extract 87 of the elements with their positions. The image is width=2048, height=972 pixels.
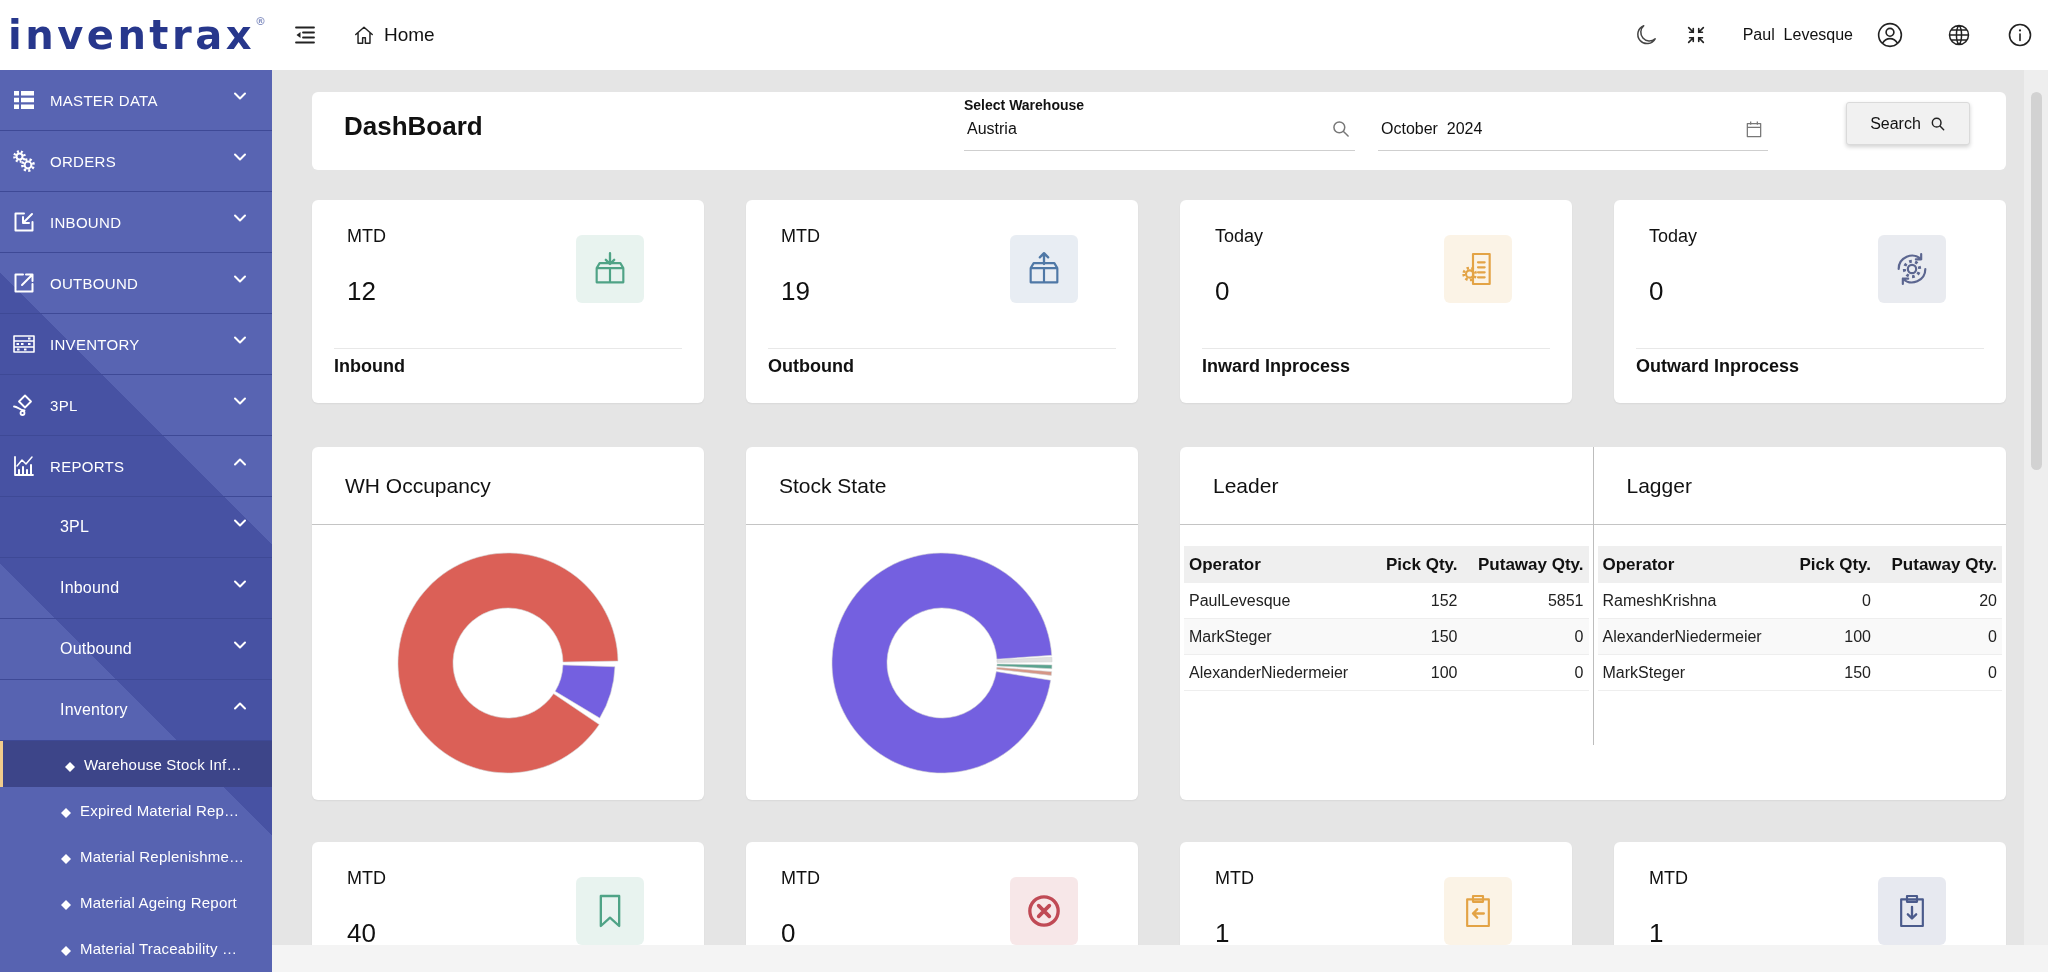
abacus-icon — [12, 332, 36, 356]
donut-slice[interactable] — [554, 664, 616, 718]
stat-value: 0 — [1215, 275, 1230, 307]
table-cell-text: RameshKrishna — [1601, 591, 1718, 610]
stat-period: MTD — [781, 225, 820, 247]
stat-period: MTD — [1649, 867, 1688, 889]
diamond-bullet-icon — [61, 899, 71, 910]
calendar-icon — [1744, 119, 1764, 139]
stat-period: Today — [1649, 225, 1698, 247]
table-cell-text: 5851 — [1546, 591, 1585, 610]
vertical-scrollbar[interactable] — [2024, 70, 2048, 945]
donut-slice[interactable] — [996, 666, 1052, 676]
table-cell-text: 20 — [1978, 591, 1998, 610]
user-icon[interactable] — [1877, 22, 1903, 48]
scrollbar-thumb[interactable] — [2030, 92, 2042, 470]
chart-icon — [12, 454, 36, 478]
stat-value: 40 — [347, 917, 376, 945]
stat-label: Outward Inprocess — [1636, 355, 1800, 377]
table-cell-text: 150 — [1843, 663, 1872, 682]
stat-value: 0 — [1649, 275, 1664, 307]
table-cell-text: 100 — [1429, 663, 1459, 682]
month-picker-field[interactable]: October 2024 — [1378, 114, 1768, 151]
diamond-bullet-icon — [61, 945, 71, 956]
globe-icon[interactable] — [1947, 23, 1971, 47]
table-cell-text: MarkSteger — [1188, 627, 1273, 646]
table-cell-text: AlexanderNiedermeier — [1188, 663, 1350, 682]
donut-slice[interactable] — [996, 656, 1053, 663]
table-cell-text: 100 — [1843, 627, 1872, 646]
table-cell-text: 0 — [1573, 627, 1585, 646]
column-header: Operator — [1601, 554, 1676, 575]
stat-label: Inbound — [334, 355, 405, 377]
outbound-icon — [12, 271, 36, 295]
stat-period: MTD — [781, 867, 820, 889]
table-cell-text: 152 — [1429, 591, 1459, 610]
breadcrumb-home[interactable]: Home — [384, 24, 435, 46]
stat-value: 0 — [781, 917, 796, 945]
nav-leaf-item[interactable]: Expired Material Rep… — [0, 787, 272, 833]
column-header: Pick Qty. — [1385, 554, 1459, 575]
stat-value: 1 — [1649, 917, 1664, 945]
stat-period: MTD — [1215, 867, 1254, 889]
stat-period: Today — [1215, 225, 1264, 247]
table-cell-text: AlexanderNiedermeier — [1601, 627, 1763, 646]
user-name: Paul Levesque — [1742, 26, 1853, 44]
diamond-bullet-icon — [61, 807, 71, 818]
stat-value: 12 — [347, 275, 376, 307]
nav-leaf-item[interactable]: Material Traceability … — [0, 925, 272, 971]
stat-label: Inward Inprocess — [1202, 355, 1351, 377]
gears-icon — [12, 149, 36, 173]
info-icon[interactable] — [2008, 23, 2032, 47]
stat-period: MTD — [347, 225, 386, 247]
search-icon — [1331, 119, 1351, 139]
nav-leaf-item[interactable]: Material Ageing Report — [0, 879, 272, 925]
nav-leaf-item[interactable]: Warehouse Stock Inf… — [0, 741, 272, 787]
warehouse-select-field[interactable]: Select Warehouse Austria — [964, 97, 1355, 151]
card-title: Lagger — [1626, 473, 1692, 498]
list-icon — [12, 88, 36, 112]
card-title: Leader — [1213, 473, 1279, 498]
card-title: Stock State — [779, 473, 887, 498]
diamond-bullet-icon — [61, 853, 71, 864]
donut-slice[interactable] — [996, 663, 1053, 669]
table-cell-text: MarkSteger — [1601, 663, 1687, 682]
stat-value: 19 — [781, 275, 810, 307]
home-icon[interactable] — [353, 24, 375, 46]
nav-item[interactable]: INVENTORY — [0, 314, 272, 375]
table-cell-text: 0 — [1987, 663, 1998, 682]
page-title: DashBoard — [344, 110, 484, 142]
donut-slice[interactable] — [831, 552, 1053, 773]
inbound-icon — [12, 210, 36, 234]
diamond-bullet-icon — [65, 761, 75, 772]
search-button[interactable]: Search — [1846, 102, 1970, 145]
nav-leaf-item[interactable]: Material Replenishme… — [0, 833, 272, 879]
table-cell-text: 0 — [1573, 663, 1585, 682]
column-header: Putaway Qty. — [1477, 554, 1585, 575]
table-cell-text: 0 — [1987, 627, 1998, 646]
stat-value: 1 — [1215, 917, 1230, 945]
card-title: WH Occupancy — [345, 473, 491, 498]
search-icon — [1929, 115, 1946, 132]
table-cell-text: 0 — [1861, 591, 1872, 610]
column-header: Operator — [1188, 554, 1262, 575]
donut-slice[interactable] — [397, 552, 619, 773]
stat-label: Outbound — [768, 355, 854, 377]
table-cell-text: 150 — [1429, 627, 1459, 646]
table-cell-text: PaulLevesque — [1188, 591, 1292, 610]
stat-period: MTD — [347, 867, 386, 889]
logo[interactable]: inventrax$^{®}$ — [8, 15, 285, 55]
column-header: Putaway Qty. — [1890, 554, 1998, 575]
column-header: Pick Qty. — [1798, 554, 1872, 575]
